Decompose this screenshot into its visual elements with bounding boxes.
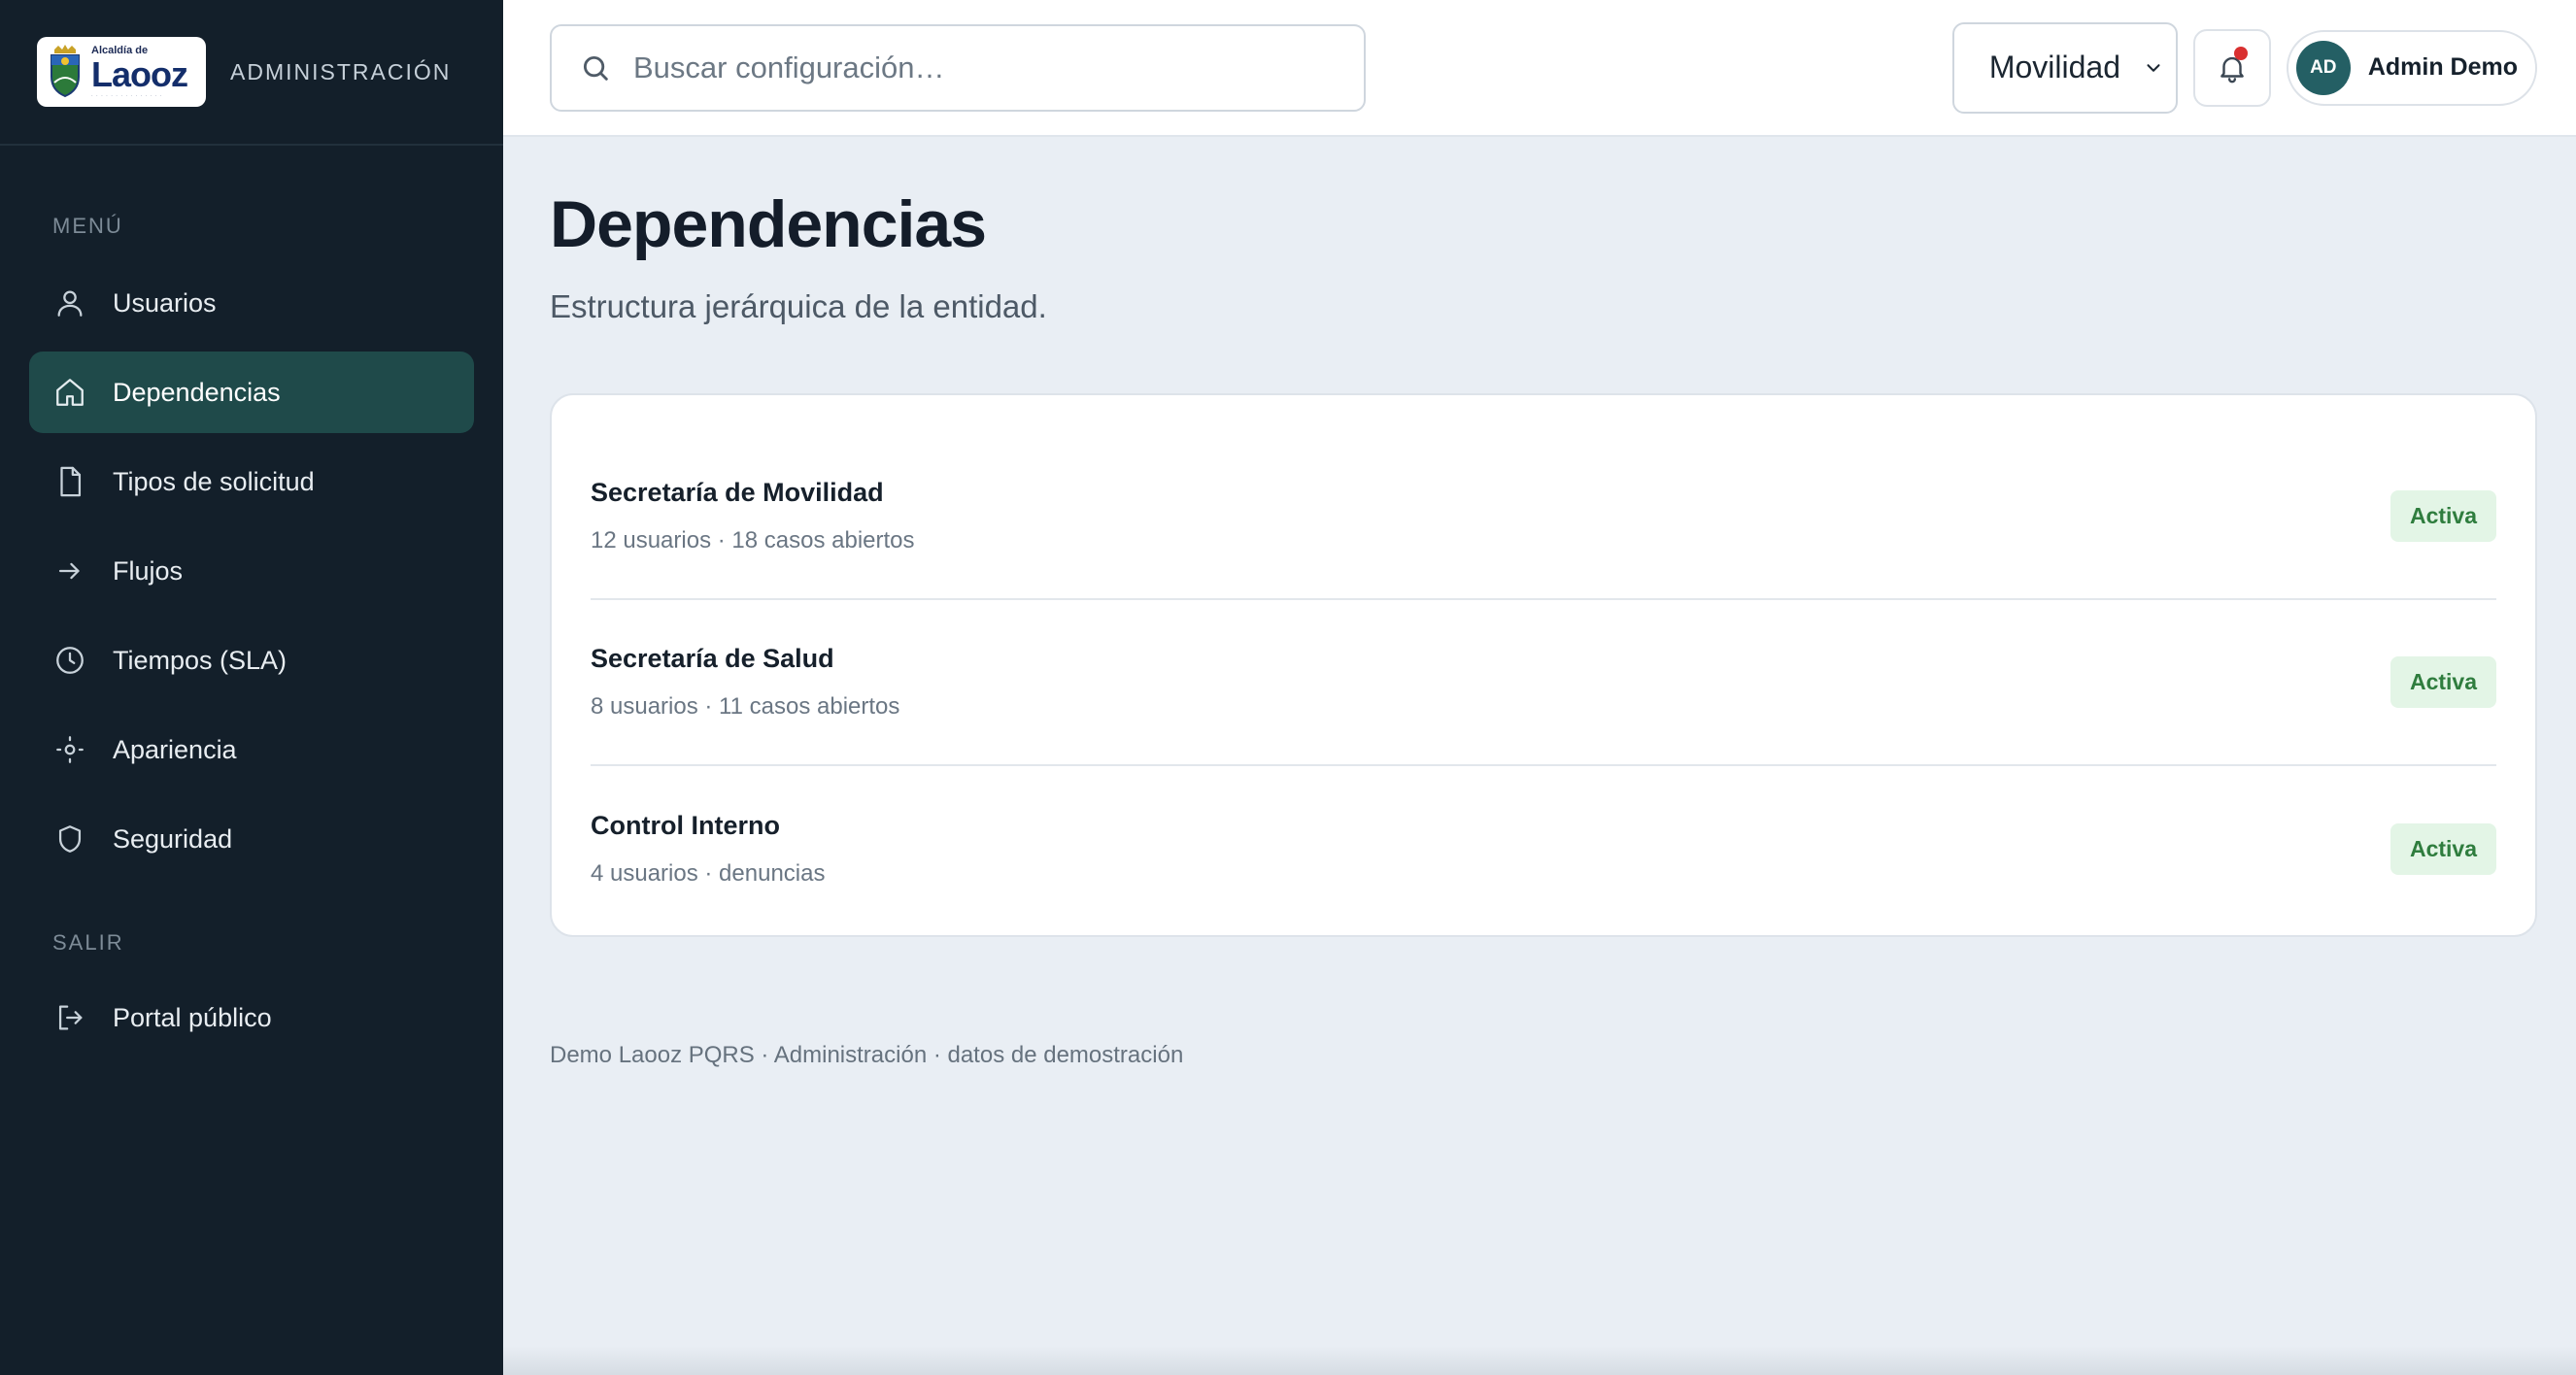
page-title: Dependencias — [550, 187, 987, 261]
dependency-meta: 8 usuarios · 11 casos abiertos — [591, 692, 900, 720]
logo[interactable]: Alcaldía de Laooz · · · · · · · · · · · … — [37, 37, 206, 107]
sidebar-item-dependencias[interactable]: Dependencias — [29, 352, 474, 433]
status-badge: Activa — [2390, 489, 2496, 542]
bottom-shade — [503, 1346, 2576, 1375]
list-item[interactable]: Secretaría de Salud 8 usuarios · 11 caso… — [591, 600, 2496, 766]
user-menu[interactable]: AD Admin Demo — [2286, 29, 2537, 106]
dependency-name: Secretaría de Movilidad — [591, 477, 884, 507]
status-badge: Activa — [2390, 822, 2496, 875]
logout-icon — [52, 1000, 87, 1035]
notification-dot — [2233, 46, 2248, 60]
sidebar-item-label: Usuarios — [113, 287, 217, 318]
sidebar-item-tipos-de-solicitud[interactable]: Tipos de solicitud — [29, 441, 474, 522]
dependency-name: Control Interno — [591, 810, 780, 840]
sidebar-item-apariencia[interactable]: Apariencia — [29, 709, 474, 790]
search-icon — [583, 55, 608, 81]
brand-section-label: ADMINISTRACIÓN — [230, 58, 452, 84]
sidebar-item-tiempos-sla[interactable]: Tiempos (SLA) — [29, 620, 474, 701]
sidebar-item-label: Tipos de solicitud — [113, 466, 315, 496]
sidebar-item-label: Apariencia — [113, 734, 237, 764]
dependency-name: Secretaría de Salud — [591, 643, 834, 673]
sidebar-exit-nav: Portal público — [0, 977, 503, 1058]
app-root: Alcaldía de Laooz · · · · · · · · · · · … — [0, 0, 2576, 1375]
page-subtitle: Estructura jerárquica de la entidad. — [550, 287, 1047, 324]
chevron-down-icon — [2147, 63, 2160, 72]
sidebar-item-portal-publico[interactable]: Portal público — [29, 977, 474, 1058]
logo-tagline: · · · · · · · · · · · · · · · — [91, 92, 163, 99]
search-box[interactable] — [550, 23, 1366, 112]
topbar: Movilidad AD Admin Demo — [503, 0, 2576, 137]
sidebar-item-label: Portal público — [113, 1002, 272, 1032]
arrow-right-icon — [52, 553, 87, 588]
dependencies-card: Secretaría de Movilidad 12 usuarios · 18… — [550, 392, 2537, 937]
clock-icon — [52, 643, 87, 678]
brand: Alcaldía de Laooz · · · · · · · · · · · … — [0, 0, 503, 146]
shield-icon — [52, 822, 87, 856]
dependency-meta: 4 usuarios · denuncias — [591, 859, 826, 887]
dependency-select[interactable]: Movilidad — [1951, 21, 2178, 114]
main-area: Movilidad AD Admin Demo Dependencias Est… — [503, 0, 2576, 1375]
sidebar-item-usuarios[interactable]: Usuarios — [29, 262, 474, 344]
sidebar-item-label: Flujos — [113, 555, 184, 586]
logo-wordmark: Laooz — [91, 53, 188, 94]
sun-icon — [52, 732, 87, 767]
sidebar-item-label: Dependencias — [113, 377, 281, 407]
list-item[interactable]: Secretaría de Movilidad 12 usuarios · 18… — [591, 434, 2496, 600]
footer-text: Demo Laooz PQRS · Administración · datos… — [550, 1041, 1184, 1068]
coat-of-arms-icon — [47, 44, 84, 100]
sidebar-item-flujos[interactable]: Flujos — [29, 530, 474, 612]
sidebar-item-label: Seguridad — [113, 823, 233, 854]
exit-section-label: SALIR — [52, 930, 124, 955]
menu-section-label: MENÚ — [52, 214, 123, 238]
sidebar-nav: Usuarios Dependencias Tipos de solicitud… — [0, 262, 503, 880]
status-badge: Activa — [2390, 655, 2496, 708]
notifications-button[interactable] — [2192, 28, 2271, 107]
sidebar: Alcaldía de Laooz · · · · · · · · · · · … — [0, 0, 503, 1375]
home-icon — [52, 375, 87, 410]
page-content: Dependencias Estructura jerárquica de la… — [503, 137, 2576, 1069]
dependency-meta: 12 usuarios · 18 casos abiertos — [591, 526, 915, 553]
avatar: AD — [2295, 40, 2351, 95]
sidebar-item-label: Tiempos (SLA) — [113, 645, 288, 675]
dependency-select-value: Movilidad — [1988, 50, 2120, 84]
user-name: Admin Demo — [2367, 53, 2518, 81]
search-input[interactable] — [633, 50, 1333, 85]
file-icon — [52, 464, 87, 499]
user-icon — [52, 285, 87, 320]
list-item[interactable]: Control Interno 4 usuarios · denuncias A… — [591, 766, 2496, 932]
sidebar-item-seguridad[interactable]: Seguridad — [29, 798, 474, 880]
